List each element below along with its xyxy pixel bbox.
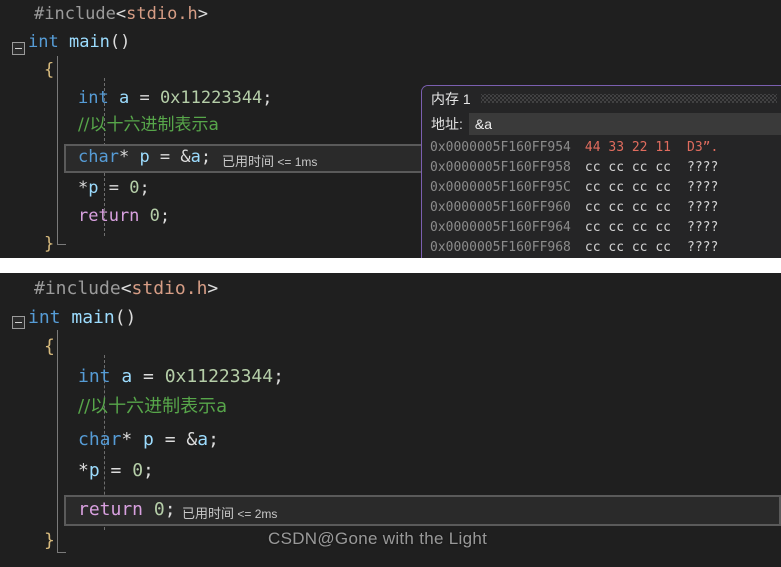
elapsed-value: <= 1ms [274,155,318,169]
memory-byte: cc [624,220,648,235]
memory-titlebar[interactable]: 内存 1 [422,86,781,111]
scope-bracket-foot [57,552,66,553]
elapsed-time-annotation-bottom: 已用时间 <= 2ms [182,503,277,523]
memory-ascii: D3”. [687,138,718,158]
memory-byte: cc [647,220,671,235]
memory-byte: cc [584,180,601,195]
memory-byte: cc [584,200,601,215]
elapsed-value: <= 2ms [234,507,278,521]
memory-byte: 33 [600,140,625,155]
memory-address-bar[interactable]: 地址: &a [422,111,781,137]
memory-byte: cc [584,240,601,255]
memory-ascii: ???? [687,160,719,175]
code-line-close-brace: } [44,234,55,254]
vs-editor-top: #include<stdio.h> int main() { int a = 0… [0,0,781,258]
address-label: 地址: [431,116,463,132]
code-line-comment: //以十六进制表示a [78,396,228,417]
collapse-toggle-icon[interactable] [12,316,25,329]
memory-rows-top: 0x0000005F160FF954 44 33 22 11 D3”. 0x00000… [422,137,781,258]
memory-byte: 11 [647,140,671,155]
memory-byte: cc [600,220,625,235]
code-line-comment: //以十六进制表示a [78,115,219,135]
code-line-include: #include<stdio.h> [34,4,209,24]
scope-bracket-foot [57,244,66,245]
memory-bytes: 44 33 22 11 [585,138,671,158]
memory-address: 0x0000005F160FF958 [430,160,571,175]
memory-byte: cc [624,200,648,215]
memory-byte: cc [624,160,648,175]
memory-byte: cc [600,200,625,215]
elapsed-label: 已用时间 [222,154,275,169]
drag-handle-dots-icon[interactable] [480,94,777,103]
memory-byte: cc [600,180,625,195]
memory-row: 0x0000005F160FF964 cc cc cc cc???? [422,218,781,238]
memory-row: 0x0000005F160FF95C cc cc cc cc???? [422,178,781,198]
code-editor-bottom[interactable]: #include<stdio.h> int main() { int a = 0… [0,273,781,567]
scope-bracket [57,330,58,552]
memory-byte: 22 [624,140,648,155]
scope-bracket [57,56,58,244]
memory-byte: cc [647,200,671,215]
code-line-close-brace: } [44,530,55,551]
memory-byte: 44 [584,140,601,155]
memory-ascii: ???? [687,240,719,255]
address-input[interactable]: &a [468,113,781,135]
memory-row: 0x0000005F160FF960 cc cc cc cc???? [422,198,781,218]
memory-ascii: ???? [687,200,719,215]
memory-byte: cc [647,160,671,175]
memory-window-title: 内存 1 [431,90,471,107]
collapse-toggle-icon[interactable] [12,42,25,55]
memory-byte: cc [584,160,601,175]
code-line-main: int main() [28,307,137,328]
memory-byte: cc [647,240,671,255]
memory-bytes: cc cc cc cc [585,158,671,178]
code-line-int-a: int a = 0x11223344; [78,88,273,108]
memory-address: 0x0000005F160FF960 [430,200,571,215]
memory-address: 0x0000005F160FF95C [430,180,571,195]
vs-editor-bottom: #include<stdio.h> int main() { int a = 0… [0,273,781,567]
memory-byte: cc [584,220,601,235]
memory-byte: cc [624,240,648,255]
memory-ascii-rest: 3”. [694,140,719,155]
memory-address: 0x0000005F160FF954 [430,140,571,155]
memory-window-top[interactable]: 内存 1 地址: &a 0x0000005F160FF954 44 33 22 1… [421,85,781,258]
memory-ascii-char: D [687,140,695,155]
memory-bytes: cc cc cc cc [585,178,671,198]
memory-bytes: cc cc cc cc [585,238,671,258]
code-line-deref: *p = 0; [78,460,154,481]
code-line-main: int main() [28,32,131,52]
code-line-open-brace: { [44,336,55,357]
memory-row: 0x0000005F160FF958 cc cc cc cc???? [422,158,781,178]
memory-byte: cc [600,240,625,255]
memory-ascii: ???? [687,180,719,195]
code-line-deref: *p = 0; [78,178,150,198]
code-line-char-p: char* p = &a; [78,429,219,450]
memory-row: 0x0000005F160FF968 cc cc cc cc???? [422,238,781,258]
memory-address: 0x0000005F160FF968 [430,240,571,255]
code-line-include: #include<stdio.h> [34,278,219,299]
code-line-open-brace: { [44,60,55,80]
screenshot-stage: #include<stdio.h> int main() { int a = 0… [0,0,781,567]
memory-bytes: cc cc cc cc [585,218,671,238]
elapsed-label: 已用时间 [182,506,235,521]
code-line-return: return 0; [78,206,171,226]
code-line-int-a: int a = 0x11223344; [78,366,284,387]
elapsed-time-annotation-top: 已用时间 <= 1ms [222,151,317,171]
code-line-return: return 0; [78,499,176,520]
memory-byte: cc [624,180,648,195]
screenshot-separator [0,258,781,273]
memory-byte: cc [647,180,671,195]
memory-ascii: ???? [687,220,719,235]
code-line-char-p: char* p = &a; [78,147,212,167]
memory-row: 0x0000005F160FF954 44 33 22 11 D3”. [422,138,781,158]
memory-bytes: cc cc cc cc [585,198,671,218]
memory-byte: cc [600,160,625,175]
memory-address: 0x0000005F160FF964 [430,220,571,235]
